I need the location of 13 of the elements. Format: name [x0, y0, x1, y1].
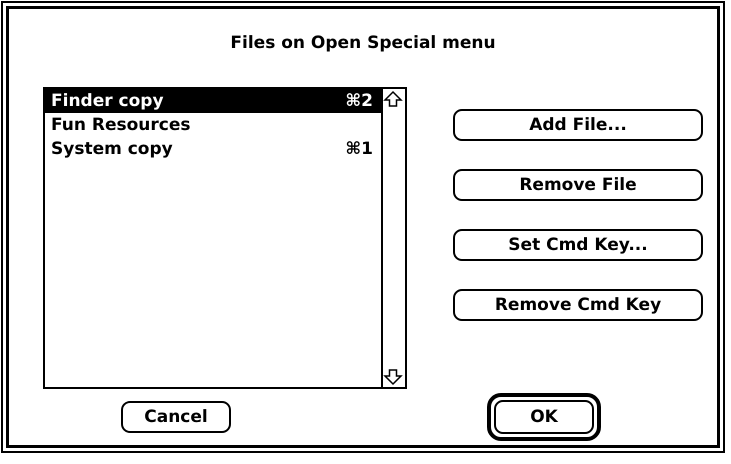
- scroll-bar[interactable]: [381, 89, 405, 387]
- dialog-title: Files on Open Special menu: [229, 33, 497, 55]
- dialog-button[interactable]: Remove File: [453, 169, 703, 201]
- ok-button[interactable]: OK: [494, 400, 594, 434]
- scroll-down-icon[interactable]: [383, 367, 403, 387]
- dialog-button[interactable]: Set Cmd Key...: [453, 229, 703, 261]
- file-list-item[interactable]: System copy ⌘1: [45, 137, 381, 161]
- dialog-button[interactable]: Add File...: [453, 109, 703, 141]
- dialog-button[interactable]: Remove Cmd Key: [453, 289, 703, 321]
- file-list-item[interactable]: Fun Resources: [45, 113, 381, 137]
- scroll-up-icon[interactable]: [383, 89, 403, 109]
- file-list-item[interactable]: Finder copy ⌘2: [45, 89, 381, 113]
- cancel-button[interactable]: Cancel: [121, 401, 231, 433]
